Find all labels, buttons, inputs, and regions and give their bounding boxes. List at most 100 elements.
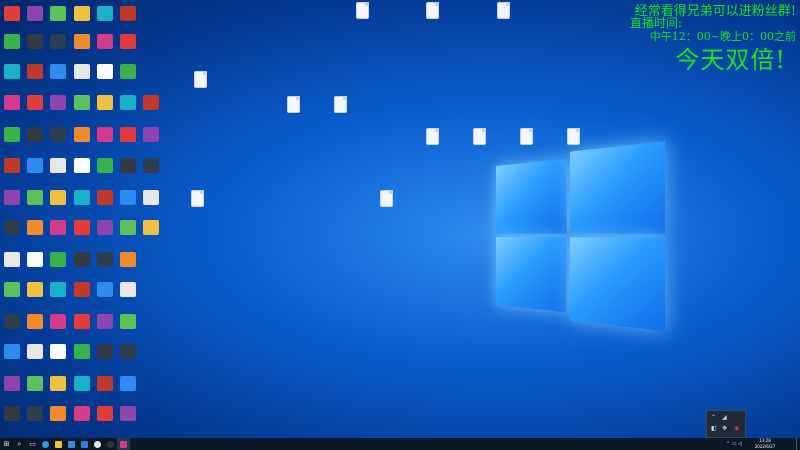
desktop-shortcut[interactable] bbox=[24, 64, 46, 92]
desktop-shortcut[interactable] bbox=[140, 127, 162, 155]
tray-overflow-popup[interactable]: ⌃ ◢ ◧ ✥ ◉ bbox=[706, 410, 746, 438]
desktop-shortcut[interactable] bbox=[47, 34, 69, 62]
desktop-shortcut[interactable] bbox=[117, 314, 139, 342]
desktop-shortcut[interactable] bbox=[71, 282, 93, 310]
taskbar-app-qq[interactable] bbox=[91, 438, 104, 450]
desktop-shortcut[interactable] bbox=[94, 376, 116, 404]
taskbar-app-mail[interactable] bbox=[78, 438, 91, 450]
desktop-shortcut[interactable] bbox=[47, 282, 69, 310]
volume-icon[interactable]: ◧ bbox=[711, 425, 717, 432]
desktop-shortcut[interactable] bbox=[1, 190, 23, 218]
desktop-shortcut[interactable] bbox=[1, 127, 23, 155]
desktop-shortcut[interactable] bbox=[140, 95, 162, 123]
desktop-shortcut[interactable] bbox=[1, 344, 23, 372]
desktop-shortcut[interactable] bbox=[117, 376, 139, 404]
desktop-shortcut[interactable] bbox=[1, 406, 23, 434]
desktop-shortcut[interactable] bbox=[71, 376, 93, 404]
desktop-shortcut[interactable] bbox=[1, 95, 23, 123]
desktop-shortcut[interactable] bbox=[24, 34, 46, 62]
desktop-shortcut[interactable] bbox=[140, 220, 162, 248]
desktop-document[interactable] bbox=[492, 2, 514, 30]
desktop-shortcut[interactable] bbox=[94, 64, 116, 92]
desktop-document[interactable] bbox=[189, 71, 211, 99]
desktop-shortcut[interactable] bbox=[117, 282, 139, 310]
desktop-document[interactable] bbox=[329, 96, 351, 124]
security-icon[interactable]: ◉ bbox=[734, 425, 739, 432]
desktop-document[interactable] bbox=[282, 96, 304, 124]
task-view-button[interactable]: ▭ bbox=[26, 438, 39, 450]
desktop-shortcut[interactable] bbox=[24, 220, 46, 248]
desktop-shortcut[interactable] bbox=[71, 314, 93, 342]
desktop-document[interactable] bbox=[351, 2, 373, 30]
desktop-shortcut[interactable] bbox=[47, 376, 69, 404]
desktop-shortcut[interactable] bbox=[24, 6, 46, 34]
desktop-shortcut[interactable] bbox=[1, 252, 23, 280]
desktop-shortcut[interactable] bbox=[47, 6, 69, 34]
start-button[interactable]: ⊞ bbox=[0, 438, 13, 450]
chevron-up-icon[interactable]: ⌃ bbox=[711, 414, 716, 421]
desktop-shortcut[interactable] bbox=[24, 376, 46, 404]
desktop-shortcut[interactable] bbox=[71, 252, 93, 280]
desktop-shortcut[interactable] bbox=[1, 282, 23, 310]
desktop-shortcut[interactable] bbox=[94, 158, 116, 186]
desktop-document[interactable] bbox=[421, 2, 443, 30]
desktop-shortcut[interactable] bbox=[47, 64, 69, 92]
desktop-shortcut[interactable] bbox=[94, 282, 116, 310]
desktop-shortcut[interactable] bbox=[71, 406, 93, 434]
chevron-up-icon[interactable]: ⌃ bbox=[726, 441, 730, 447]
desktop-shortcut[interactable] bbox=[71, 158, 93, 186]
desktop-shortcut[interactable] bbox=[24, 127, 46, 155]
desktop-shortcut[interactable] bbox=[140, 190, 162, 218]
desktop-shortcut[interactable] bbox=[24, 314, 46, 342]
desktop-shortcut[interactable] bbox=[94, 190, 116, 218]
network-icon[interactable]: ◢ bbox=[722, 414, 727, 421]
desktop-shortcut[interactable] bbox=[47, 406, 69, 434]
desktop-shortcut[interactable] bbox=[117, 127, 139, 155]
taskbar-app-obs[interactable] bbox=[104, 438, 117, 450]
desktop-shortcut[interactable] bbox=[94, 344, 116, 372]
desktop-shortcut[interactable] bbox=[24, 95, 46, 123]
desktop-shortcut[interactable] bbox=[117, 344, 139, 372]
show-desktop-button[interactable] bbox=[796, 438, 800, 450]
volume-icon[interactable]: ◁ bbox=[738, 441, 742, 447]
desktop-shortcut[interactable] bbox=[117, 34, 139, 62]
desktop-document[interactable] bbox=[186, 190, 208, 218]
desktop-shortcut[interactable] bbox=[94, 252, 116, 280]
desktop-shortcut[interactable] bbox=[94, 6, 116, 34]
desktop-shortcut[interactable] bbox=[1, 220, 23, 248]
desktop-document[interactable] bbox=[515, 128, 537, 156]
taskbar-app-store[interactable] bbox=[65, 438, 78, 450]
desktop-shortcut[interactable] bbox=[71, 190, 93, 218]
taskbar-clock[interactable]: 13:28 2022/6/27 bbox=[750, 438, 780, 450]
desktop-shortcut[interactable] bbox=[1, 158, 23, 186]
taskbar-app-edge[interactable] bbox=[39, 438, 52, 450]
desktop-shortcut[interactable] bbox=[94, 34, 116, 62]
desktop-shortcut[interactable] bbox=[47, 127, 69, 155]
desktop-shortcut[interactable] bbox=[117, 252, 139, 280]
desktop-shortcut[interactable] bbox=[24, 158, 46, 186]
desktop-document[interactable] bbox=[375, 190, 397, 218]
desktop-shortcut[interactable] bbox=[47, 158, 69, 186]
desktop-shortcut[interactable] bbox=[47, 344, 69, 372]
desktop-shortcut[interactable] bbox=[140, 158, 162, 186]
desktop-shortcut[interactable] bbox=[47, 314, 69, 342]
desktop-shortcut[interactable] bbox=[1, 314, 23, 342]
desktop-shortcut[interactable] bbox=[1, 376, 23, 404]
desktop-shortcut[interactable] bbox=[47, 220, 69, 248]
search-button[interactable]: ⌕ bbox=[13, 438, 26, 450]
desktop-shortcut[interactable] bbox=[47, 252, 69, 280]
desktop-shortcut[interactable] bbox=[71, 344, 93, 372]
desktop-document[interactable] bbox=[562, 128, 584, 156]
desktop-shortcut[interactable] bbox=[24, 406, 46, 434]
desktop-shortcut[interactable] bbox=[24, 252, 46, 280]
desktop-document[interactable] bbox=[468, 128, 490, 156]
desktop-shortcut[interactable] bbox=[117, 64, 139, 92]
network-icon[interactable]: ▭ bbox=[732, 441, 737, 447]
desktop-shortcut[interactable] bbox=[1, 34, 23, 62]
desktop-shortcut[interactable] bbox=[24, 282, 46, 310]
desktop-document[interactable] bbox=[421, 128, 443, 156]
desktop-shortcut[interactable] bbox=[94, 127, 116, 155]
desktop-shortcut[interactable] bbox=[117, 220, 139, 248]
desktop-shortcut[interactable] bbox=[71, 64, 93, 92]
desktop-shortcut[interactable] bbox=[117, 190, 139, 218]
